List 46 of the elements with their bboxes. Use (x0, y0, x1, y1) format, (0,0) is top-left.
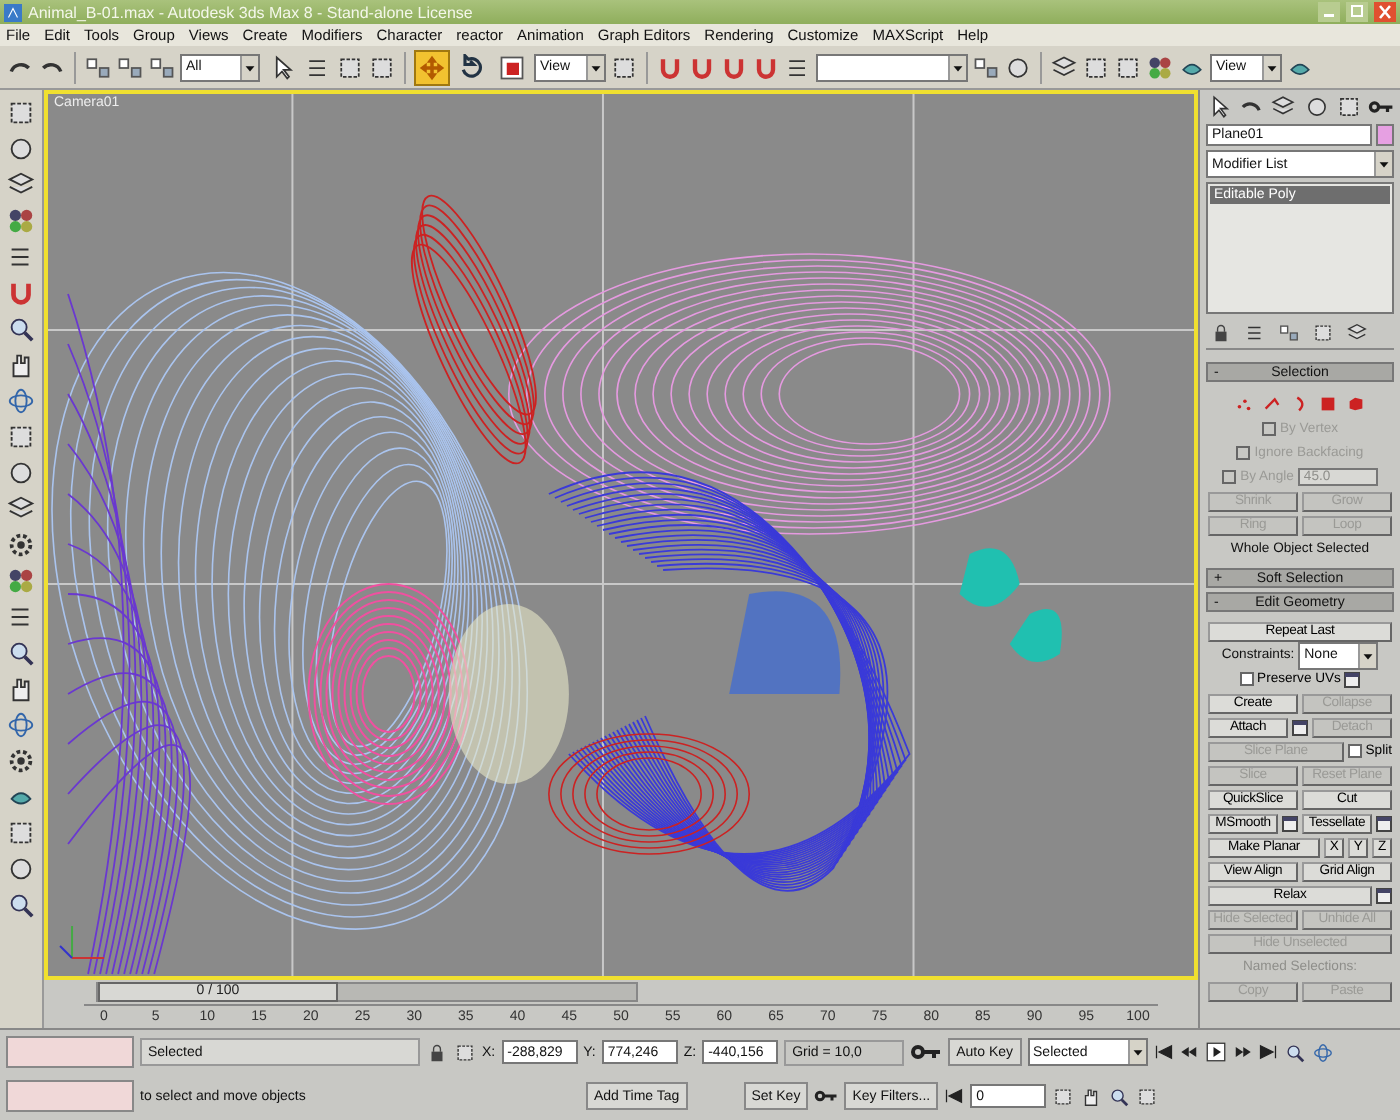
previous-frame-icon[interactable] (1179, 1042, 1200, 1062)
spheres-icon[interactable] (6, 566, 36, 596)
element-icon[interactable] (1346, 393, 1366, 413)
maxscript-listener[interactable] (6, 1036, 134, 1068)
gear-icon[interactable] (6, 746, 36, 776)
polygon-icon[interactable] (1318, 393, 1338, 413)
circle-icon[interactable] (6, 458, 36, 488)
maxscript-listener[interactable] (6, 1080, 134, 1112)
move-icon (418, 53, 446, 81)
settings-icon[interactable] (1292, 719, 1308, 735)
zoom-icon[interactable] (6, 890, 36, 920)
orbit-icon[interactable] (6, 386, 36, 416)
lock-icon[interactable] (426, 1041, 448, 1063)
play-icon[interactable] (1205, 1042, 1226, 1062)
gear-icon[interactable] (6, 530, 36, 560)
settings-icon[interactable] (1376, 815, 1392, 831)
window-title: Animal_B-01.max - Autodesk 3ds Max 8 - Stand-alone License (28, 3, 475, 21)
named-selection-dropdown[interactable] (816, 53, 968, 81)
close-button[interactable] (1374, 2, 1396, 22)
object-color-swatch[interactable] (1376, 124, 1394, 146)
circle-icon[interactable] (6, 854, 36, 884)
circle-icon[interactable] (6, 134, 36, 164)
snap-icon[interactable] (656, 53, 684, 81)
orbit-icon[interactable] (1311, 1041, 1334, 1063)
settings-icon[interactable] (1344, 671, 1361, 687)
scale-icon (498, 53, 526, 81)
settings-icon[interactable] (1376, 887, 1392, 903)
settings-icon[interactable] (1282, 815, 1298, 831)
orbit-icon[interactable] (6, 710, 36, 740)
zoom-icon[interactable] (1283, 1041, 1306, 1063)
square-icon[interactable] (6, 98, 36, 128)
square-icon[interactable] (6, 422, 36, 452)
axis-tripod-icon (59, 925, 106, 959)
material-editor-icon[interactable] (1146, 53, 1174, 81)
pan-icon[interactable] (1080, 1085, 1103, 1107)
layers-icon[interactable] (1050, 53, 1078, 81)
edge-icon[interactable] (1262, 393, 1282, 413)
spheres-icon[interactable] (6, 206, 36, 236)
zoom-icon[interactable] (6, 314, 36, 344)
app-icon (4, 3, 22, 21)
square-icon[interactable] (6, 818, 36, 848)
zoom-icon[interactable] (6, 638, 36, 668)
go-to-start-icon[interactable] (1153, 1042, 1174, 1062)
go-to-end-icon[interactable] (1257, 1042, 1278, 1062)
rotate-icon (458, 53, 486, 81)
next-frame-icon[interactable] (1231, 1042, 1252, 1062)
